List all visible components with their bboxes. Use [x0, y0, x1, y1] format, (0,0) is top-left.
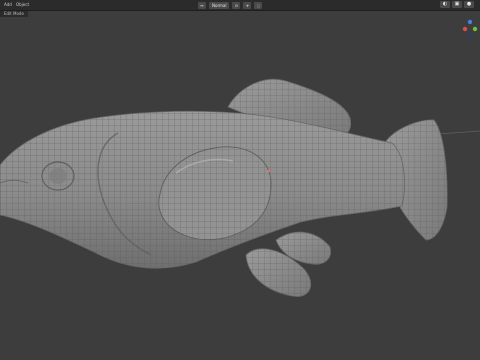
- transform-orientation-dropdown[interactable]: Normal: [209, 1, 230, 9]
- menu-object[interactable]: Object: [16, 0, 29, 10]
- proportional-edit-icon[interactable]: ◌: [254, 1, 263, 9]
- navigation-gizmo[interactable]: [460, 18, 480, 48]
- xray-icon[interactable]: ▣: [452, 1, 462, 8]
- gizmo-x-icon[interactable]: [462, 26, 468, 32]
- center-tools: ↔ Normal ⊙ ⌖ ◌: [198, 1, 263, 9]
- viewport-3d[interactable]: [0, 11, 480, 360]
- origin-point: [267, 169, 271, 173]
- gizmo-neg-z-icon[interactable]: [467, 33, 473, 39]
- orientation-icon[interactable]: ↔: [198, 1, 206, 9]
- gizmo-z-icon[interactable]: [467, 19, 473, 25]
- snap-icon[interactable]: ⌖: [243, 1, 252, 9]
- shading-icon[interactable]: ●: [464, 1, 474, 8]
- right-tools: ◐ ▣ ●: [440, 1, 474, 8]
- overlay-icon[interactable]: ◐: [440, 1, 450, 8]
- gizmo-y-icon[interactable]: [472, 26, 478, 32]
- menu-add[interactable]: Add: [4, 0, 12, 10]
- viewport-header: Add Object ↔ Normal ⊙ ⌖ ◌ ◐ ▣ ●: [0, 0, 480, 11]
- pivot-icon[interactable]: ⊙: [232, 1, 241, 9]
